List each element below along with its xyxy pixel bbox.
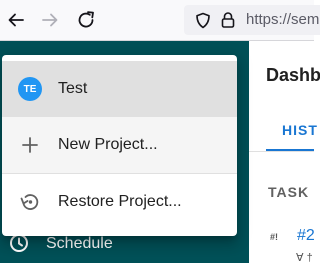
browser-toolbar: https://sem xyxy=(0,0,320,41)
task-subtext: Ɐ † xyxy=(296,252,313,264)
clock-history-icon xyxy=(8,232,30,259)
project-menu: TE Test New Project... Restore Project..… xyxy=(2,55,237,236)
main-content: Dashb HIST TASK #! #2 Ɐ † xyxy=(249,41,320,264)
page-title: Dashb xyxy=(266,65,320,85)
restore-icon xyxy=(18,190,42,219)
arrow-left-icon xyxy=(8,13,24,27)
shield-icon[interactable] xyxy=(195,12,211,34)
sidebar-item-label: Schedule xyxy=(46,235,113,252)
tab-divider xyxy=(249,151,314,152)
forward-button[interactable] xyxy=(38,8,62,32)
back-button[interactable] xyxy=(4,8,28,32)
menu-item-label: New Project... xyxy=(58,136,158,153)
task-type-badge: #! xyxy=(270,232,279,242)
arrow-right-icon xyxy=(42,13,58,27)
column-header-task: TASK xyxy=(268,184,310,200)
url-bar[interactable]: https://sem xyxy=(184,5,320,35)
menu-item-test-project[interactable]: TE Test xyxy=(2,61,237,117)
menu-item-new-project[interactable]: New Project... xyxy=(2,117,237,173)
task-id-link[interactable]: #2 xyxy=(297,227,315,245)
reload-icon xyxy=(78,11,94,28)
url-text[interactable]: https://sem xyxy=(246,11,319,28)
project-avatar: TE xyxy=(18,77,42,101)
tab-history[interactable]: HIST xyxy=(282,122,318,138)
menu-item-restore-project[interactable]: Restore Project... xyxy=(2,174,237,230)
menu-item-label: Test xyxy=(58,80,88,97)
menu-item-label: Restore Project... xyxy=(58,193,182,210)
lock-icon[interactable] xyxy=(220,11,236,34)
reload-button[interactable] xyxy=(74,8,98,32)
plus-icon xyxy=(18,133,42,162)
